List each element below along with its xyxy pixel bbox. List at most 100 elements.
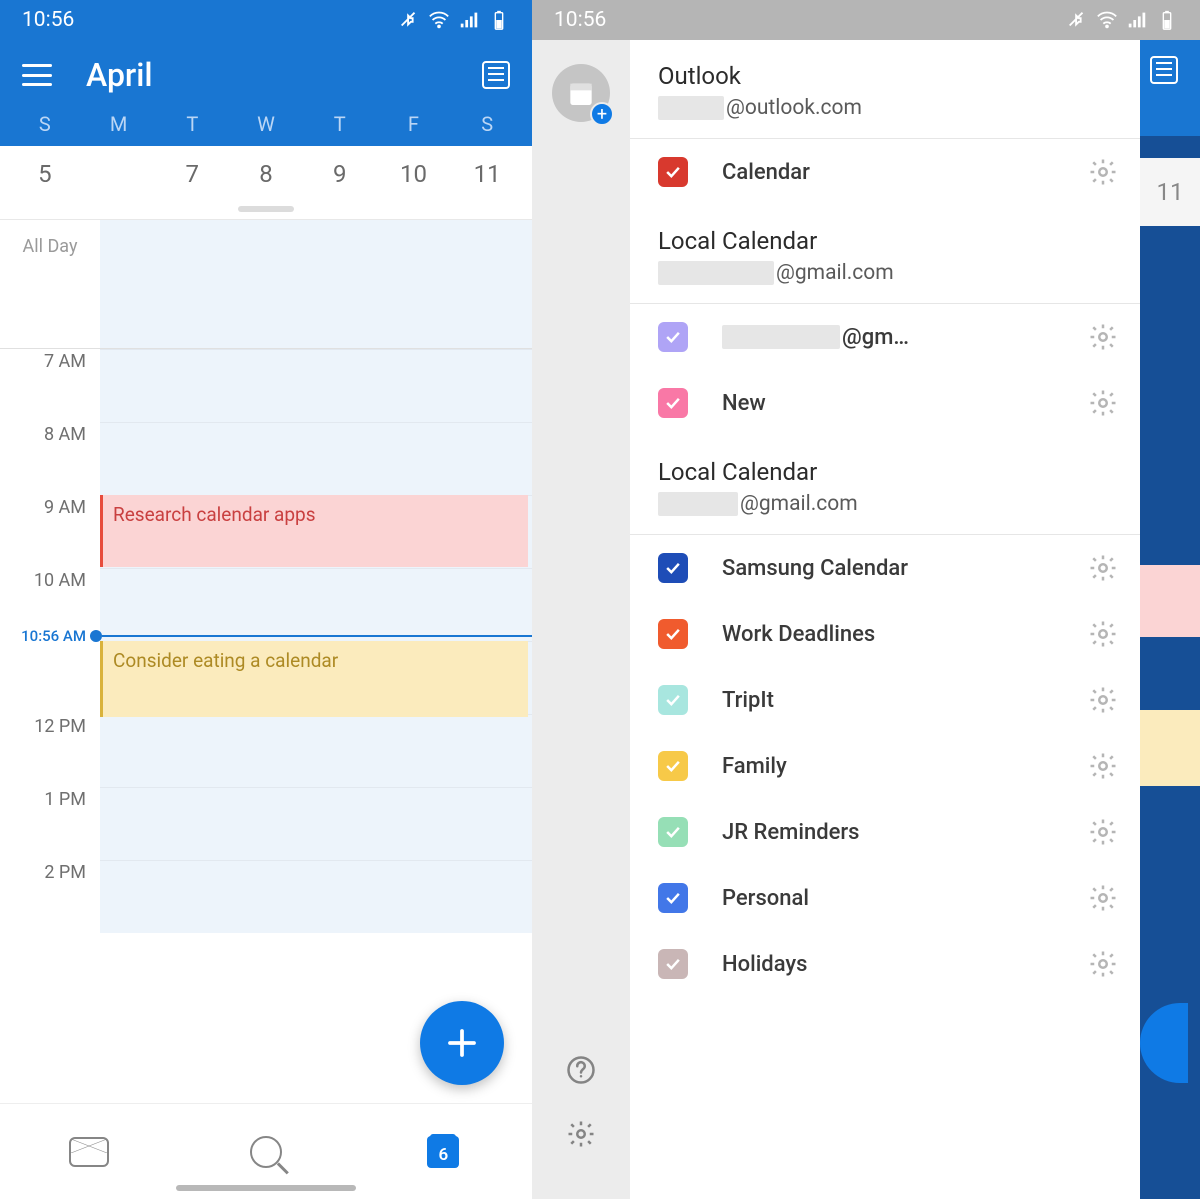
calendar-checkbox[interactable]	[658, 949, 688, 979]
date-cell[interactable]: 6	[82, 160, 156, 188]
hour-row[interactable]: 7 AM	[0, 349, 532, 422]
agenda-view-icon	[1150, 56, 1178, 84]
calendar-label: Personal	[722, 886, 1088, 911]
calendar-toggle-item[interactable]: New	[630, 370, 1140, 436]
hour-cell[interactable]	[100, 422, 532, 495]
add-account-badge[interactable]: +	[590, 102, 614, 126]
calendar-event[interactable]: Consider eating a calendar	[100, 641, 528, 717]
navigation-drawer: + Outlook@outlook.comCalendarLocal Calen…	[532, 40, 1140, 1199]
calendar-toggle-item[interactable]: Samsung Calendar	[630, 535, 1140, 601]
hour-cell[interactable]	[100, 860, 532, 933]
calendar-checkbox[interactable]	[658, 553, 688, 583]
hour-label	[0, 641, 100, 714]
wifi-icon	[1096, 9, 1118, 31]
all-day-content[interactable]	[100, 220, 532, 348]
calendar-toggle-item[interactable]: Work Deadlines	[630, 601, 1140, 667]
date-cell[interactable]: 8	[229, 160, 303, 188]
gear-icon[interactable]	[1088, 949, 1118, 979]
month-title[interactable]: April	[86, 56, 153, 94]
nav-calendar[interactable]: 6	[423, 1132, 463, 1172]
account-email: @gmail.com	[658, 492, 1112, 516]
calendar-checkbox[interactable]	[658, 388, 688, 418]
calendar-icon: 6	[427, 1136, 459, 1168]
calendar-toggle-item[interactable]: TripIt	[630, 667, 1140, 733]
date-strip[interactable]: 567891011	[0, 146, 532, 198]
redacted-text	[658, 261, 774, 285]
hour-row[interactable]: 8 AM	[0, 422, 532, 495]
hour-row[interactable]: 2 PM	[0, 860, 532, 933]
home-indicator	[176, 1185, 356, 1191]
date-cell[interactable]: 5	[8, 160, 82, 188]
check-icon	[663, 954, 683, 974]
calendar-checkbox[interactable]	[658, 322, 688, 352]
gear-icon[interactable]	[1088, 883, 1118, 913]
date-cell[interactable]: 10	[377, 160, 451, 188]
check-icon	[663, 162, 683, 182]
hour-cell[interactable]	[100, 349, 532, 422]
calendar-label: @gm…	[722, 325, 1088, 350]
status-bar: 10:56	[0, 0, 532, 40]
calendar-label: New	[722, 391, 1088, 416]
mute-icon	[398, 9, 420, 31]
calendar-toggle-item[interactable]: Holidays	[630, 931, 1140, 997]
all-day-row[interactable]: All Day	[0, 220, 532, 349]
day-timeline[interactable]: All Day 7 AM8 AM9 AM10 AM12 PM1 PM2 PMRe…	[0, 220, 532, 933]
mail-icon	[69, 1137, 109, 1167]
check-icon	[663, 624, 683, 644]
hour-label: 12 PM	[0, 714, 100, 787]
calendar-icon	[565, 77, 597, 109]
menu-icon[interactable]	[22, 64, 52, 86]
hour-row[interactable]: 1 PM	[0, 787, 532, 860]
date-cell[interactable]: 9	[303, 160, 377, 188]
hour-row[interactable]: 12 PM	[0, 714, 532, 787]
hour-cell[interactable]	[100, 787, 532, 860]
agenda-view-icon[interactable]	[482, 61, 510, 89]
calendar-checkbox[interactable]	[658, 751, 688, 781]
nav-search[interactable]	[246, 1132, 286, 1172]
calendar-checkbox[interactable]	[658, 883, 688, 913]
hour-cell[interactable]	[100, 714, 532, 787]
redacted-text	[658, 96, 724, 120]
redacted-text	[722, 325, 840, 349]
help-button[interactable]	[564, 1053, 598, 1087]
gear-icon[interactable]	[1088, 553, 1118, 583]
calendar-day-view-screen: 10:56 April SMTWTFS 567891011 All Day 7 …	[0, 0, 532, 1199]
battery-icon	[488, 9, 510, 31]
hours-grid[interactable]: 7 AM8 AM9 AM10 AM12 PM1 PM2 PMResearch c…	[0, 349, 532, 933]
gear-icon[interactable]	[1088, 619, 1118, 649]
calendar-list-panel[interactable]: Outlook@outlook.comCalendarLocal Calenda…	[630, 40, 1140, 1199]
account-email: @gmail.com	[658, 261, 1112, 285]
calendar-toggle-item[interactable]: Family	[630, 733, 1140, 799]
date-cell[interactable]: 11	[450, 160, 524, 188]
gear-icon[interactable]	[1088, 157, 1118, 187]
gear-icon[interactable]	[1088, 685, 1118, 715]
calendar-event[interactable]: Research calendar apps	[100, 495, 528, 567]
calendar-checkbox[interactable]	[658, 619, 688, 649]
calendar-checkbox[interactable]	[658, 685, 688, 715]
plus-icon	[444, 1025, 480, 1061]
check-icon	[663, 822, 683, 842]
account-avatar[interactable]: +	[552, 64, 610, 122]
gear-icon[interactable]	[1088, 817, 1118, 847]
status-bar: 10:56	[532, 0, 1200, 40]
date-cell[interactable]: 7	[155, 160, 229, 188]
account-email: @outlook.com	[658, 96, 1112, 120]
calendar-toggle-item[interactable]: Calendar	[630, 139, 1140, 205]
calendar-toggle-item[interactable]: Personal	[630, 865, 1140, 931]
calendar-label: TripIt	[722, 688, 1088, 713]
nav-mail[interactable]	[69, 1132, 109, 1172]
settings-button[interactable]	[564, 1117, 598, 1151]
new-event-fab[interactable]	[420, 1001, 504, 1085]
mute-icon	[1066, 9, 1088, 31]
drag-handle[interactable]	[0, 198, 532, 220]
calendar-checkbox[interactable]	[658, 157, 688, 187]
day-of-week-row: SMTWTFS	[0, 112, 532, 146]
gear-icon[interactable]	[1088, 751, 1118, 781]
gear-icon[interactable]	[1088, 388, 1118, 418]
calendar-toggle-item[interactable]: JR Reminders	[630, 799, 1140, 865]
calendar-checkbox[interactable]	[658, 817, 688, 847]
calendar-toggle-item[interactable]: @gm…	[630, 304, 1140, 370]
dow-cell: W	[229, 112, 303, 136]
gear-icon[interactable]	[1088, 322, 1118, 352]
account-section: Local Calendar@gmail.com	[630, 205, 1140, 304]
